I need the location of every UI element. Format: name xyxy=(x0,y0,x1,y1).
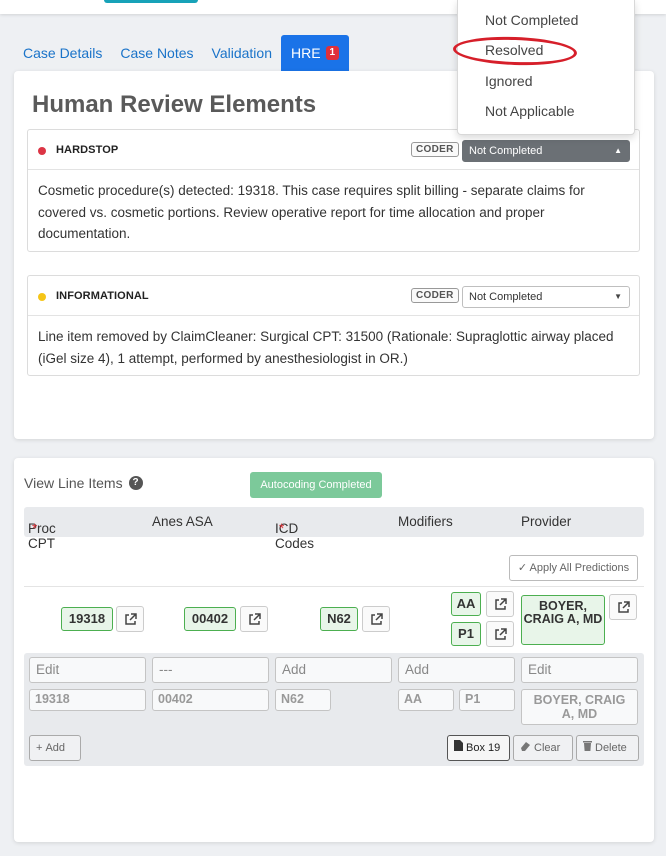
predicted-provider[interactable]: BOYER, CRAIG A, MD xyxy=(521,595,605,645)
tab-hre-label: HRE xyxy=(290,45,321,61)
predicted-modifier-aa[interactable]: AA xyxy=(451,592,481,616)
hre-count-badge: 1 xyxy=(325,46,340,60)
dropdown-option-ignored[interactable]: Ignored xyxy=(485,73,532,89)
role-badge: CODER xyxy=(411,142,459,157)
element-type-label: HARDSTOP xyxy=(56,144,119,156)
file-icon xyxy=(454,736,463,760)
hre-element-description: Line item removed by ClaimCleaner: Surgi… xyxy=(38,329,614,366)
dropdown-option-not-completed[interactable]: Not Completed xyxy=(485,12,578,28)
line-item-edit-area: Edit --- Add Add Edit 19318 00402 N62 AA… xyxy=(24,653,644,766)
divider xyxy=(24,586,644,587)
apply-all-predictions-button[interactable]: ✓ Apply All Predictions xyxy=(509,555,638,581)
modifier-add-input[interactable]: Add xyxy=(398,657,515,683)
predicted-asa-code[interactable]: 00402 xyxy=(184,607,236,631)
status-select[interactable]: Not Completed ▲ xyxy=(462,140,630,162)
current-provider-value[interactable]: BOYER, CRAIG A, MD xyxy=(521,689,638,725)
cpt-edit-input[interactable]: Edit xyxy=(29,657,146,683)
tab-case-notes[interactable]: Case Notes xyxy=(111,35,202,71)
check-icon: ✓ xyxy=(517,562,528,574)
plus-icon: + xyxy=(36,742,43,754)
delete-button[interactable]: Delete xyxy=(576,735,639,761)
required-marker: * xyxy=(32,521,38,536)
external-link-icon[interactable] xyxy=(486,591,514,617)
hre-element-informational: INFORMATIONAL CODER Not Completed ▼ Line… xyxy=(27,275,640,376)
line-items-title: View Line Items ? xyxy=(24,475,143,491)
box-19-button[interactable]: Box 19 xyxy=(447,735,510,761)
column-modifiers: Modifiers xyxy=(398,514,453,529)
add-line-button[interactable]: + Add xyxy=(29,735,81,761)
top-bar-accent xyxy=(104,0,198,3)
hre-element-description: Cosmetic procedure(s) detected: 19318. T… xyxy=(38,183,585,241)
external-link-icon[interactable] xyxy=(486,621,514,647)
external-link-icon[interactable] xyxy=(240,606,268,632)
delete-label: Delete xyxy=(595,742,627,754)
predicted-cpt-code[interactable]: 19318 xyxy=(61,607,113,631)
current-modifier-p1[interactable]: P1 xyxy=(459,689,515,711)
current-cpt-value[interactable]: 19318 xyxy=(29,689,146,711)
tab-case-details[interactable]: Case Details xyxy=(14,35,111,71)
hre-element-hardstop: HARDSTOP CODER Not Completed ▲ Cosmetic … xyxy=(27,129,640,252)
dropdown-option-not-applicable[interactable]: Not Applicable xyxy=(485,103,575,119)
box-19-label: Box 19 xyxy=(466,742,501,754)
hre-element-header: INFORMATIONAL CODER Not Completed ▼ xyxy=(28,276,639,316)
apply-all-predictions-label: Apply All Predictions xyxy=(529,562,630,574)
external-link-icon[interactable] xyxy=(362,606,390,632)
help-icon[interactable]: ? xyxy=(128,476,143,490)
status-dot xyxy=(38,293,46,301)
page-title: Human Review Elements xyxy=(32,91,317,118)
current-modifier-aa[interactable]: AA xyxy=(398,689,454,711)
required-marker: * xyxy=(279,521,285,536)
tab-hre[interactable]: HRE 1 xyxy=(280,35,350,71)
tab-validation[interactable]: Validation xyxy=(203,35,281,71)
provider-edit-input[interactable]: Edit xyxy=(521,657,638,683)
predicted-icd-code[interactable]: N62 xyxy=(320,607,358,631)
external-link-icon[interactable] xyxy=(116,606,144,632)
role-badge: CODER xyxy=(411,288,459,303)
clear-button[interactable]: Clear xyxy=(513,735,573,761)
current-asa-value[interactable]: 00402 xyxy=(152,689,269,711)
eraser-icon xyxy=(520,736,531,760)
line-items-column-header: Proc CPT * Anes ASA ICD Codes * Modifiers … xyxy=(24,507,644,551)
status-dot xyxy=(38,147,46,155)
status-select[interactable]: Not Completed ▼ xyxy=(462,286,630,308)
chevron-down-icon: ▼ xyxy=(614,292,622,301)
hre-element-header: HARDSTOP CODER Not Completed ▲ xyxy=(28,130,639,170)
external-link-icon[interactable] xyxy=(609,594,637,620)
status-select-value: Not Completed xyxy=(469,145,543,157)
status-select-value: Not Completed xyxy=(469,291,543,303)
column-anes-asa: Anes ASA xyxy=(152,514,213,529)
add-line-label: Add xyxy=(45,742,66,754)
status-dropdown-menu: Not Completed Resolved Ignored Not Appli… xyxy=(457,0,635,135)
asa-edit-input[interactable]: --- xyxy=(152,657,269,683)
case-tabs: Case Details Case Notes Validation HRE 1 xyxy=(14,35,350,71)
predicted-modifier-p1[interactable]: P1 xyxy=(451,622,481,646)
chevron-up-icon: ▲ xyxy=(614,146,622,155)
line-items-panel: View Line Items ? Autocoding Completed P… xyxy=(14,458,654,842)
line-items-title-text: View Line Items xyxy=(24,475,123,491)
current-icd-value[interactable]: N62 xyxy=(275,689,331,711)
icd-add-input[interactable]: Add xyxy=(275,657,392,683)
autocoding-status-badge: Autocoding Completed xyxy=(250,472,382,498)
trash-icon xyxy=(583,736,592,760)
clear-label: Clear xyxy=(534,742,561,754)
element-type-label: INFORMATIONAL xyxy=(56,290,149,302)
column-provider: Provider xyxy=(521,514,572,529)
